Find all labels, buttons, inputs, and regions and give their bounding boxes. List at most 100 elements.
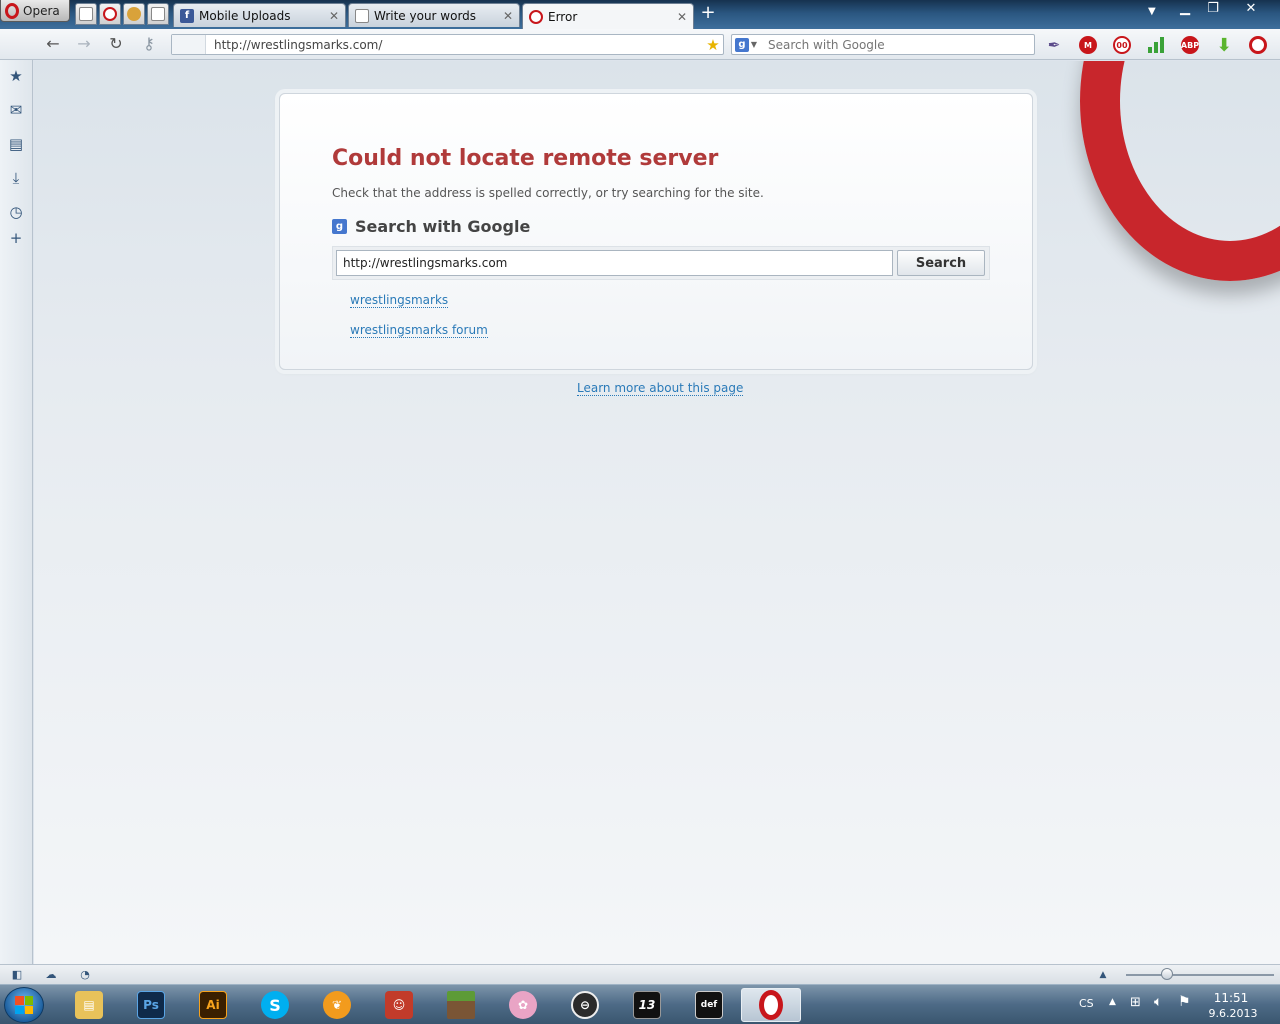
key-wand-icon[interactable]: ⚷ bbox=[138, 34, 160, 54]
taskbar-nhl13[interactable]: 13 bbox=[619, 988, 675, 1022]
tab-list-chevron-icon[interactable]: ▼ bbox=[1148, 6, 1156, 17]
history-clock-icon[interactable]: ◷ bbox=[6, 202, 26, 222]
show-hidden-icons-icon[interactable]: ▲ bbox=[1109, 997, 1116, 1007]
google-icon: g bbox=[332, 219, 347, 234]
status-bar: ◧ ☁ ◔ ▲ bbox=[0, 964, 1280, 984]
mail-notifier-extension-icon[interactable]: M bbox=[1079, 36, 1097, 54]
search-engine-selector[interactable]: g ▼ bbox=[732, 35, 760, 54]
minimize-window-icon[interactable]: ▁ bbox=[1170, 0, 1200, 20]
mail-icon[interactable]: ✉ bbox=[6, 100, 26, 120]
panel-toggle-icon[interactable]: ◧ bbox=[9, 967, 25, 983]
opera-unite-cloud-icon[interactable]: ☁ bbox=[43, 967, 59, 983]
document-icon bbox=[151, 7, 165, 21]
title-tab-bar: Opera f Mobile Uploads ✕ Write your word… bbox=[0, 0, 1280, 29]
restore-window-icon[interactable]: ❐ bbox=[1198, 0, 1228, 20]
error-title: Could not locate remote server bbox=[332, 146, 719, 171]
error-card: Could not locate remote server Check tha… bbox=[279, 93, 1033, 370]
forward-arrow-icon[interactable]: → bbox=[73, 34, 95, 54]
windows-logo-icon bbox=[15, 996, 33, 1014]
grass-block-icon bbox=[447, 991, 475, 1019]
back-arrow-icon[interactable]: ← bbox=[42, 34, 64, 54]
close-tab-icon[interactable]: ✕ bbox=[329, 9, 339, 23]
action-center-flag-icon[interactable]: ⚑ bbox=[1178, 994, 1191, 1010]
notes-icon[interactable]: ▤ bbox=[6, 134, 26, 154]
taskbar-minecraft[interactable] bbox=[433, 988, 489, 1022]
reload-icon[interactable]: ↻ bbox=[105, 34, 127, 54]
error-page-icon bbox=[103, 7, 117, 21]
clock-time[interactable]: 11:51 bbox=[1206, 991, 1256, 1005]
view-options-up-icon[interactable]: ▲ bbox=[1095, 967, 1111, 983]
search-input[interactable] bbox=[760, 37, 1034, 52]
add-panel-plus-icon[interactable]: + bbox=[6, 228, 26, 248]
power-extension-icon[interactable] bbox=[1249, 36, 1267, 54]
turbo-speedometer-icon[interactable]: ◔ bbox=[77, 967, 93, 983]
document-icon bbox=[355, 8, 369, 23]
game-13-icon: 13 bbox=[633, 991, 661, 1019]
opera-logo-icon bbox=[5, 2, 19, 19]
download-arrow-extension-icon[interactable]: ⬇ bbox=[1215, 35, 1233, 56]
volume-icon[interactable]: 🔈︎ bbox=[1154, 994, 1162, 1010]
taskbar-fl-studio[interactable]: ❦ bbox=[309, 988, 365, 1022]
taskbar-photoshop[interactable]: Ps bbox=[123, 988, 179, 1022]
search-button[interactable]: Search bbox=[897, 250, 985, 276]
tab-title: Error bbox=[548, 9, 578, 24]
taskbar-def-jam[interactable]: def bbox=[681, 988, 737, 1022]
document-icon bbox=[79, 7, 93, 21]
close-window-icon[interactable]: ✕ bbox=[1234, 0, 1268, 20]
network-icon[interactable]: ⊞ bbox=[1130, 995, 1141, 1010]
taskbar-illustrator[interactable]: Ai bbox=[185, 988, 241, 1022]
skype-icon: S bbox=[261, 991, 289, 1019]
learn-more-link[interactable]: Learn more about this page bbox=[577, 381, 744, 396]
address-text[interactable]: http://wrestlingsmarks.com/ bbox=[206, 38, 703, 52]
tab-mobile-uploads[interactable]: f Mobile Uploads ✕ bbox=[173, 3, 346, 27]
opera-logo-decoration bbox=[1080, 61, 1280, 281]
downloads-icon[interactable]: ⤓ bbox=[6, 168, 26, 188]
taskbar-file-explorer[interactable]: ▤ bbox=[61, 988, 117, 1022]
close-tab-icon[interactable]: ✕ bbox=[677, 10, 687, 24]
pinned-tab-2[interactable] bbox=[99, 3, 121, 25]
tab-error[interactable]: Error ✕ bbox=[522, 3, 694, 29]
creature-icon: ✿ bbox=[509, 991, 537, 1019]
feather-extension-icon[interactable]: ✒ bbox=[1045, 36, 1063, 54]
taskbar-opera[interactable] bbox=[741, 988, 801, 1022]
tab-write-your-words[interactable]: Write your words ✕ bbox=[348, 3, 520, 27]
windows-taskbar: ▤ Ps Ai S ❦ ☺ ✿ ⊖ 13 def CS ▲ ⊞ 🔈︎ ⚑ 11:… bbox=[0, 984, 1280, 1024]
fruit-icon: ❦ bbox=[323, 991, 351, 1019]
search-heading: g Search with Google bbox=[332, 217, 530, 236]
new-tab-plus-icon[interactable]: + bbox=[699, 4, 717, 22]
clock-date[interactable]: 9.6.2013 bbox=[1206, 1007, 1260, 1020]
language-indicator[interactable]: CS bbox=[1079, 997, 1094, 1010]
close-tab-icon[interactable]: ✕ bbox=[503, 9, 513, 23]
taskbar-skype[interactable]: S bbox=[247, 988, 303, 1022]
ad-counter-extension-icon[interactable]: 00 bbox=[1113, 36, 1131, 54]
opera-menu-button[interactable]: Opera bbox=[0, 0, 70, 22]
taskbar-game-character[interactable]: ☺ bbox=[371, 988, 427, 1022]
bookmark-star-icon[interactable]: ★ bbox=[703, 36, 723, 54]
taskbar-creature-app[interactable]: ✿ bbox=[495, 988, 551, 1022]
tab-title: Write your words bbox=[374, 8, 477, 23]
suggestion-link[interactable]: wrestlingsmarks bbox=[350, 293, 449, 308]
facebook-icon: f bbox=[180, 8, 194, 23]
search-engine-box[interactable]: g ▼ bbox=[731, 34, 1035, 55]
address-bar[interactable]: http://wrestlingsmarks.com/ ★ bbox=[171, 34, 724, 55]
opera-menu-label: Opera bbox=[23, 3, 60, 18]
signal-bars-extension-icon[interactable] bbox=[1147, 36, 1165, 54]
tab-title: Mobile Uploads bbox=[199, 8, 291, 23]
start-button[interactable] bbox=[4, 987, 44, 1023]
navigation-toolbar: ← → ↻ ⚷ http://wrestlingsmarks.com/ ★ g … bbox=[0, 29, 1280, 60]
error-page-icon bbox=[529, 9, 543, 24]
taskbar-pokeball-app[interactable]: ⊖ bbox=[557, 988, 613, 1022]
pokeball-icon: ⊖ bbox=[571, 991, 599, 1019]
pinned-tab-4[interactable] bbox=[147, 3, 169, 25]
site-info-badge[interactable] bbox=[172, 35, 206, 54]
zoom-slider-track[interactable] bbox=[1126, 974, 1274, 976]
adblock-plus-extension-icon[interactable]: ABP bbox=[1181, 36, 1199, 54]
zoom-slider-handle[interactable] bbox=[1161, 968, 1173, 980]
folder-icon: ▤ bbox=[75, 991, 103, 1019]
suggestion-link[interactable]: wrestlingsmarks forum bbox=[350, 323, 488, 338]
pinned-tab-1[interactable] bbox=[75, 3, 97, 25]
page-search-input[interactable] bbox=[336, 250, 893, 276]
bookmarks-star-icon[interactable]: ★ bbox=[6, 66, 26, 86]
pinned-tab-3[interactable] bbox=[123, 3, 145, 25]
photoshop-icon: Ps bbox=[137, 991, 165, 1019]
